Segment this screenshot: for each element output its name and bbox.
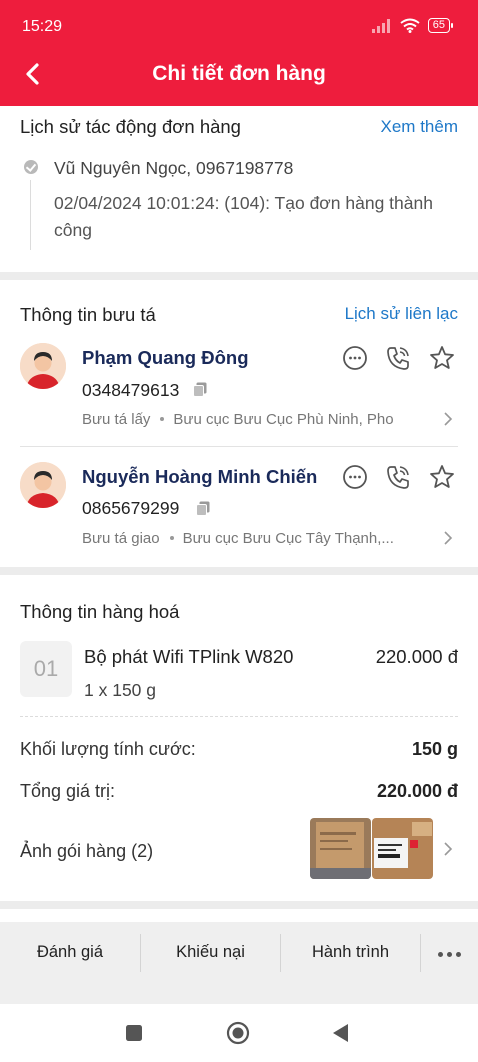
nav-home-icon[interactable] xyxy=(226,1021,250,1045)
nav-back-icon[interactable] xyxy=(331,1023,349,1043)
rate-button[interactable]: Đánh giá xyxy=(0,943,140,963)
chat-icon[interactable] xyxy=(342,345,368,371)
copy-icon[interactable] xyxy=(193,382,207,397)
separator xyxy=(420,934,421,972)
total-value: 220.000 đ xyxy=(376,781,458,801)
signal-icon xyxy=(371,18,390,33)
contact-history-link[interactable]: Lịch sử liên lạc xyxy=(345,304,458,324)
complaint-button[interactable]: Khiếu nại xyxy=(141,943,280,963)
avatar xyxy=(20,462,66,508)
copy-icon[interactable] xyxy=(196,501,210,516)
wifi-icon xyxy=(400,18,420,33)
product-name: Bộ phát Wifi TPlink W820 xyxy=(84,646,294,667)
history-timeline-line xyxy=(30,180,31,250)
chevron-right-icon[interactable] xyxy=(442,411,454,427)
postman-role-office: Bưu tá lấy Bưu cục Bưu Cục Phù Ninh, Pho xyxy=(82,411,394,428)
postman-title: Thông tin bưu tá xyxy=(20,304,156,325)
goods-title: Thông tin hàng hoá xyxy=(20,601,180,622)
separator-dot xyxy=(169,535,174,540)
postman-office: Bưu cục Bưu Cục Phù Ninh, Pho xyxy=(173,411,394,428)
postman-name: Phạm Quang Đông xyxy=(82,347,249,368)
postman-role-office: Bưu tá giao Bưu cục Bưu Cục Tây Thạnh,... xyxy=(82,530,394,547)
product-index: 01 xyxy=(20,641,72,697)
total-label: Tổng giá trị: xyxy=(20,781,116,801)
postman-phone: 0865679299 xyxy=(82,498,180,518)
system-nav-bar xyxy=(0,1004,478,1062)
divider xyxy=(20,446,458,447)
star-icon[interactable] xyxy=(429,345,455,371)
bottom-action-bar: Đánh giá Khiếu nại Hành trình xyxy=(0,922,478,1004)
history-title: Lịch sử tác động đơn hàng xyxy=(20,116,241,137)
phone-call-icon[interactable] xyxy=(385,345,411,371)
postman-office: Bưu cục Bưu Cục Tây Thạnh,... xyxy=(182,530,394,547)
chevron-right-icon[interactable] xyxy=(442,841,454,857)
dashed-divider xyxy=(20,716,458,717)
package-photo[interactable] xyxy=(310,818,371,879)
phone-call-icon[interactable] xyxy=(385,464,411,490)
postman-role: Bưu tá lấy xyxy=(82,411,151,428)
separator-dot xyxy=(160,416,165,421)
status-time: 15:29 xyxy=(22,18,63,35)
chevron-right-icon[interactable] xyxy=(442,530,454,546)
chat-icon[interactable] xyxy=(342,464,368,490)
app-header: 15:29 65 Chi tiết đơn hàng xyxy=(0,0,478,106)
postman-name: Nguyễn Hoàng Minh Chiến xyxy=(82,466,318,487)
history-actor: Vũ Nguyên Ngọc, 0967198778 xyxy=(54,158,294,178)
status-icons: 65 xyxy=(371,18,454,33)
more-icon[interactable] xyxy=(438,952,461,957)
package-photos-label: Ảnh gói hàng (2) xyxy=(20,841,154,861)
product-price: 220.000 đ xyxy=(375,646,458,667)
avatar xyxy=(20,343,66,389)
star-icon[interactable] xyxy=(429,464,455,490)
postman-phone: 0348479613 xyxy=(82,380,180,400)
see-more-link[interactable]: Xem thêm xyxy=(381,117,458,137)
battery-indicator: 65 xyxy=(427,18,454,33)
next-card-edge xyxy=(0,909,478,923)
history-check-icon xyxy=(24,160,38,174)
journey-button[interactable]: Hành trình xyxy=(281,943,420,963)
product-quantity: 1 x 150 g xyxy=(84,680,156,700)
weight-label: Khối lượng tính cước: xyxy=(20,739,196,759)
page-title: Chi tiết đơn hàng xyxy=(152,62,326,85)
history-description: 02/04/2024 10:01:24: (104): Tạo đơn hàng… xyxy=(54,193,433,240)
postman-role: Bưu tá giao xyxy=(82,530,160,547)
package-photo[interactable] xyxy=(372,818,433,879)
weight-value: 150 g xyxy=(411,739,458,759)
nav-square-icon[interactable] xyxy=(125,1024,143,1042)
